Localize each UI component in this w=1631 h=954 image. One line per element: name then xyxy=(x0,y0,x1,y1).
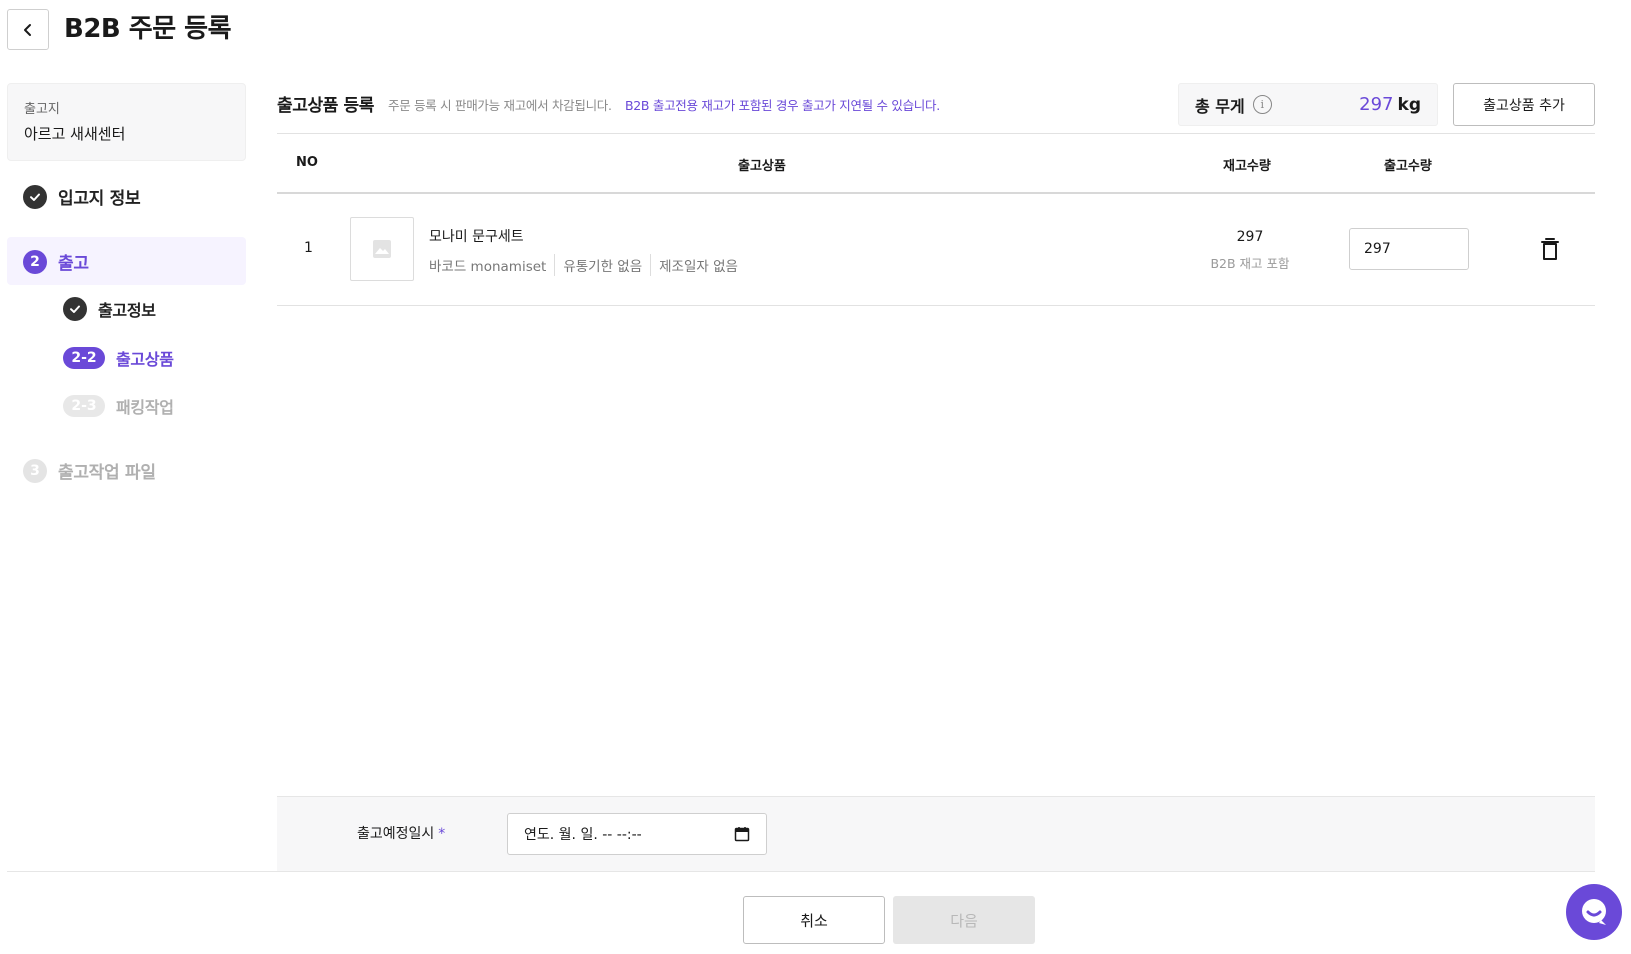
substep-2-2-number: 2-2 xyxy=(63,347,105,369)
step-3: 3 출고작업 파일 xyxy=(23,458,156,483)
section-note: 주문 등록 시 판매가능 재고에서 차감됩니다. xyxy=(388,98,612,113)
cancel-button[interactable]: 취소 xyxy=(743,896,885,944)
image-placeholder-icon xyxy=(373,240,391,258)
product-barcode: 바코드 monamiset xyxy=(429,259,547,275)
trash-icon[interactable] xyxy=(1538,236,1562,262)
step-3-number: 3 xyxy=(23,458,47,483)
step-3-label: 출고작업 파일 xyxy=(58,463,156,483)
column-header-qty: 출고수량 xyxy=(1384,159,1432,174)
chat-button[interactable] xyxy=(1566,884,1622,940)
warehouse-card: 출고지 아르고 새새센터 xyxy=(7,83,246,161)
product-mfg-date: 제조일자 없음 xyxy=(659,259,738,275)
step-1-label: 입고지 정보 xyxy=(58,189,141,209)
substep-2-2-label: 출고상품 xyxy=(116,350,174,369)
table-header-border xyxy=(277,192,1595,194)
check-icon xyxy=(23,184,47,209)
total-weight-label: 총 무게 xyxy=(1195,96,1245,116)
scheduled-date-input[interactable]: 연도. 월. 일. -- --:-- xyxy=(507,813,767,855)
scheduled-date-label: 출고예정일시 * xyxy=(357,823,445,843)
section-note-highlight: B2B 출고전용 재고가 포함된 경우 출고가 지연될 수 있습니다. xyxy=(625,98,940,113)
warehouse-label: 출고지 xyxy=(24,102,60,117)
total-weight-unit: kg xyxy=(1397,94,1421,115)
column-header-stock: 재고수량 xyxy=(1223,159,1271,174)
warehouse-value: 아르고 새새센터 xyxy=(24,125,126,143)
stock-quantity: 297 xyxy=(1236,229,1264,245)
row-number: 1 xyxy=(304,240,313,256)
next-button[interactable]: 다음 xyxy=(893,896,1035,944)
stock-note: B2B 재고 포함 xyxy=(1210,256,1290,271)
substep-2-1[interactable]: 출고정보 xyxy=(63,297,156,321)
page-title: B2B 주문 등록 xyxy=(64,14,232,44)
meta-divider xyxy=(554,254,556,276)
total-weight-value: 297 xyxy=(1359,94,1394,115)
substep-2-3: 2-3 패킹작업 xyxy=(63,394,174,418)
step-1[interactable]: 입고지 정보 xyxy=(23,184,141,209)
section-title: 출고상품 등록 xyxy=(277,96,374,116)
meta-divider xyxy=(650,254,652,276)
table-top-border xyxy=(277,133,1595,134)
calendar-icon[interactable] xyxy=(734,826,750,842)
schedule-form-bar xyxy=(277,796,1595,872)
scheduled-date-label-text: 출고예정일시 xyxy=(357,826,435,842)
product-name: 모나미 문구세트 xyxy=(429,229,524,245)
add-product-button[interactable]: 출고상품 추가 xyxy=(1453,83,1595,126)
back-button[interactable] xyxy=(7,9,49,50)
substep-2-1-label: 출고정보 xyxy=(98,301,156,320)
product-thumbnail xyxy=(350,217,414,281)
chevron-left-icon xyxy=(24,23,31,36)
outbound-qty-input[interactable] xyxy=(1349,228,1469,270)
step-2-number: 2 xyxy=(23,249,47,274)
column-header-no: NO xyxy=(296,155,318,170)
table-row-border xyxy=(277,305,1595,306)
footer-divider xyxy=(7,871,1595,872)
substep-2-3-number: 2-3 xyxy=(63,395,105,417)
column-header-product: 출고상품 xyxy=(738,159,786,174)
substep-2-3-label: 패킹작업 xyxy=(116,398,174,417)
product-meta: 바코드 monamiset 유통기한 없음 제조일자 없음 xyxy=(429,254,738,276)
info-icon[interactable]: i xyxy=(1252,95,1272,114)
required-mark: * xyxy=(438,826,446,842)
total-weight-box: 총 무게 i 297 kg xyxy=(1178,83,1438,126)
check-icon xyxy=(63,297,87,321)
product-expiry: 유통기한 없음 xyxy=(563,259,643,275)
step-2-label: 출고 xyxy=(58,254,89,274)
date-input-placeholder: 연도. 월. 일. -- --:-- xyxy=(524,827,642,843)
chat-icon xyxy=(1582,899,1606,925)
substep-2-2[interactable]: 2-2 출고상품 xyxy=(63,346,174,370)
step-2[interactable]: 2 출고 xyxy=(23,249,89,274)
